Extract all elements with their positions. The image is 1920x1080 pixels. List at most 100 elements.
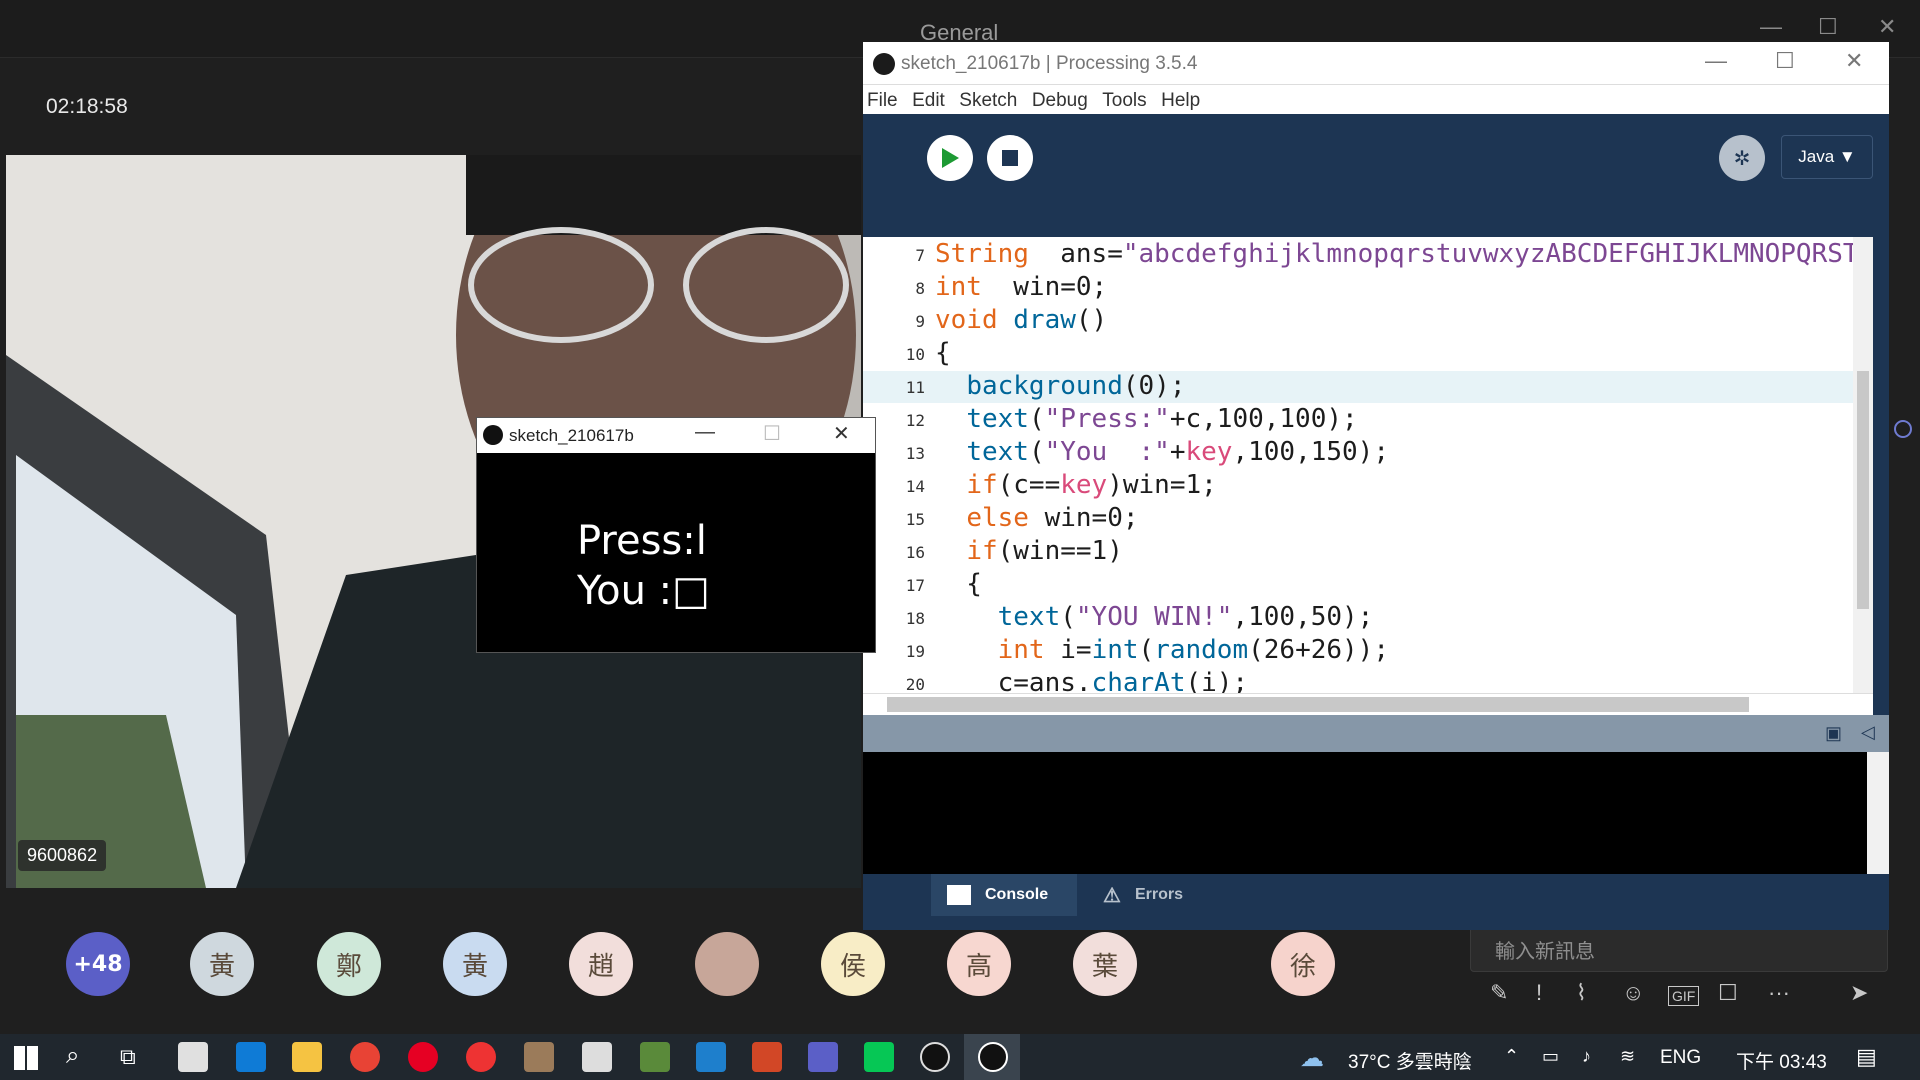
code-line: else win=0;: [966, 503, 1139, 533]
format-icon[interactable]: ✎: [1490, 980, 1508, 1006]
powerpoint-icon[interactable]: [752, 1042, 782, 1072]
sketch-output-line: Press:l: [577, 518, 707, 564]
stop-button[interactable]: [987, 135, 1033, 181]
menu-debug[interactable]: Debug: [1032, 90, 1088, 111]
pinterest-icon[interactable]: [408, 1042, 438, 1072]
notifications-icon[interactable]: ▤: [1856, 1044, 1877, 1070]
processing-logo-icon: [873, 53, 895, 75]
avatar[interactable]: 高: [947, 932, 1011, 996]
code-lines: 7 String ans="abcdefghijklmnopqrstuvwxyzA…: [863, 237, 1863, 715]
scrollbar-thumb[interactable]: [1857, 371, 1869, 609]
warning-icon: ⚠: [1103, 884, 1121, 907]
pde-titlebar: sketch_210617b | Processing 3.5.4 — ☐ ✕: [863, 42, 1889, 85]
mode-selector[interactable]: Java ▼: [1781, 135, 1873, 179]
clock[interactable]: 下午 03:43: [1736, 1047, 1827, 1074]
run-button[interactable]: [927, 135, 973, 181]
menu-tools[interactable]: Tools: [1102, 90, 1146, 111]
app-icon[interactable]: [466, 1042, 496, 1072]
processing-window: sketch_210617b | Processing 3.5.4 — ☐ ✕ …: [863, 42, 1889, 930]
sticker-icon[interactable]: ☐: [1718, 980, 1738, 1006]
chat-toolbar: ✎ ! ⌇ ☺ GIF ☐ ··· ➤: [1470, 980, 1890, 1016]
menu-bar: File Edit Sketch Debug Tools Help: [863, 85, 1889, 117]
sketch-run-icon[interactable]: [978, 1042, 1008, 1072]
code-editor[interactable]: 7 String ans="abcdefghijklmnopqrstuvwxyzA…: [863, 237, 1873, 715]
avatar[interactable]: 黃: [443, 932, 507, 996]
menu-edit[interactable]: Edit: [912, 90, 945, 111]
important-icon[interactable]: !: [1536, 980, 1542, 1006]
line-icon[interactable]: [864, 1042, 894, 1072]
attach-icon[interactable]: ⌇: [1576, 980, 1587, 1006]
pde-toolbar: ✲ Java ▼ sketch_210617b ▼: [863, 117, 1889, 280]
minimize-icon[interactable]: —: [1760, 14, 1782, 40]
code-line: text("Press:"+c,100,100);: [966, 404, 1358, 434]
scrollbar-thumb[interactable]: [887, 697, 1749, 712]
maximize-icon[interactable]: ☐: [1775, 48, 1795, 74]
processing-icon[interactable]: [920, 1042, 950, 1072]
console-tab[interactable]: Console: [931, 874, 1077, 916]
teams-icon[interactable]: [808, 1042, 838, 1072]
collapse-icon[interactable]: ◁: [1861, 722, 1875, 743]
clipboard-icon[interactable]: ▣: [1825, 723, 1842, 744]
minimize-icon[interactable]: —: [1705, 48, 1727, 74]
menu-file[interactable]: File: [867, 90, 898, 111]
errors-tab[interactable]: ⚠ Errors: [1089, 874, 1229, 916]
console-tab-label: Console: [985, 886, 1049, 903]
minimize-icon[interactable]: —: [695, 421, 715, 444]
read-receipt-icon: [1894, 420, 1912, 438]
code-line: {: [935, 338, 951, 368]
weather-text[interactable]: 37°C 多雲時陰: [1348, 1047, 1472, 1074]
menu-sketch[interactable]: Sketch: [959, 90, 1017, 111]
line-number: 8: [915, 279, 925, 298]
chrome-icon[interactable]: [350, 1042, 380, 1072]
avatar[interactable]: 趙: [569, 932, 633, 996]
sketch-canvas: Press:l You :□: [577, 516, 710, 616]
debugger-button[interactable]: ✲: [1719, 135, 1765, 181]
code-line: text("You :"+key,100,150);: [966, 437, 1389, 467]
horizontal-scrollbar[interactable]: [863, 693, 1873, 715]
code-line: text("YOU WIN!",100,50);: [997, 602, 1374, 632]
battery-icon: ▭: [1542, 1046, 1560, 1066]
cloud-icon: ☁: [1300, 1045, 1324, 1072]
console-tabs: Console ⚠ Errors: [863, 874, 1889, 930]
close-icon[interactable]: ✕: [833, 421, 850, 446]
task-view-icon[interactable]: ⧉: [120, 1044, 136, 1070]
send-icon[interactable]: ➤: [1850, 980, 1868, 1006]
language-indicator[interactable]: ENG: [1660, 1047, 1701, 1069]
menu-help[interactable]: Help: [1161, 90, 1200, 111]
avatar[interactable]: 侯: [821, 932, 885, 996]
more-options-icon[interactable]: ···: [1768, 980, 1790, 1006]
code-line: if(c==key)win=1;: [966, 470, 1217, 500]
participant-avatar-row: +48 黃 鄭 黃 趙 侯 高 葉 徐: [0, 930, 1470, 1040]
store-icon[interactable]: [178, 1042, 208, 1072]
avatar[interactable]: 葉: [1073, 932, 1137, 996]
app-icon[interactable]: [582, 1042, 612, 1072]
close-icon[interactable]: ✕: [1878, 14, 1896, 40]
maximize-icon[interactable]: ☐: [1818, 14, 1838, 40]
line-number: 9: [915, 312, 925, 331]
volume-icon[interactable]: ♪: [1582, 1046, 1591, 1067]
avatar[interactable]: 徐: [1271, 932, 1335, 996]
show-hidden-icon[interactable]: ⌃: [1504, 1046, 1519, 1067]
gif-icon[interactable]: GIF: [1668, 986, 1700, 1006]
line-number: 20: [905, 675, 925, 694]
minecraft-icon[interactable]: [640, 1042, 670, 1072]
code-line: if(win==1): [966, 536, 1123, 566]
mail-icon[interactable]: [236, 1042, 266, 1072]
avatar[interactable]: 鄭: [317, 932, 381, 996]
file-explorer-icon[interactable]: [292, 1042, 322, 1072]
start-icon[interactable]: [14, 1046, 38, 1070]
game-icon[interactable]: [524, 1042, 554, 1072]
vertical-scrollbar[interactable]: [1853, 237, 1873, 715]
network-icon[interactable]: ≋: [1620, 1046, 1635, 1067]
emoji-icon[interactable]: ☺: [1622, 980, 1644, 1006]
capture-icon[interactable]: [696, 1042, 726, 1072]
avatar-photo[interactable]: [695, 932, 759, 996]
close-icon[interactable]: ✕: [1845, 48, 1863, 74]
search-icon[interactable]: ⌕: [66, 1042, 79, 1070]
console-scrollbar[interactable]: [1867, 752, 1889, 874]
console-header: ▣ ◁: [863, 715, 1889, 752]
avatar[interactable]: 黃: [190, 932, 254, 996]
console-output[interactable]: [863, 752, 1889, 874]
sketch-output-line: You :□: [577, 568, 710, 614]
more-participants-avatar[interactable]: +48: [66, 932, 130, 996]
